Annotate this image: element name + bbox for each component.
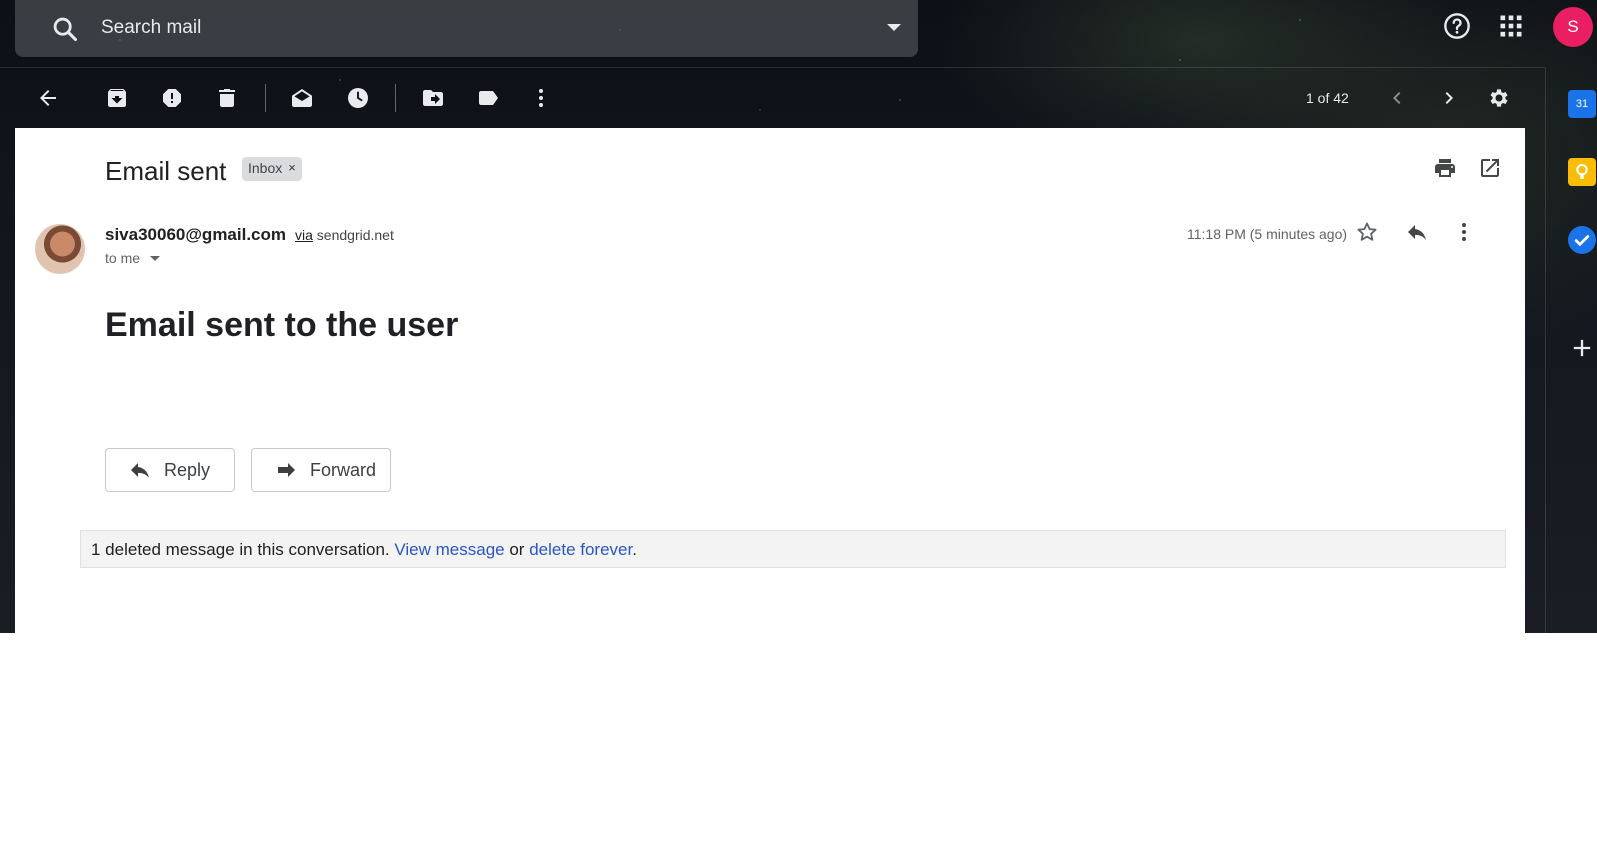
toolbar-separator xyxy=(265,84,266,112)
forward-button[interactable]: Forward xyxy=(251,448,391,492)
chevron-left-icon[interactable] xyxy=(1385,86,1409,110)
remove-label-icon[interactable]: × xyxy=(288,160,296,181)
report-spam-icon[interactable] xyxy=(160,86,184,110)
move-to-icon[interactable] xyxy=(421,86,445,110)
tasks-icon[interactable] xyxy=(1568,226,1596,254)
calendar-icon[interactable]: 31 xyxy=(1568,90,1596,118)
open-in-new-window-icon[interactable] xyxy=(1478,156,1502,180)
sender-avatar[interactable] xyxy=(35,224,85,274)
via-domain: sendgrid.net xyxy=(316,227,394,243)
via-link[interactable]: via xyxy=(295,227,313,243)
calendar-day: 31 xyxy=(1570,92,1594,116)
message-card: Email sent Inbox × siva30060@gmail.com v… xyxy=(15,128,1525,633)
snooze-icon[interactable] xyxy=(346,86,370,110)
pagination-count: 1 of 42 xyxy=(1306,90,1349,106)
label-icon[interactable] xyxy=(476,86,500,110)
more-vert-icon[interactable] xyxy=(529,86,553,110)
search-input[interactable]: Search mail xyxy=(101,17,201,39)
delete-icon[interactable] xyxy=(215,86,239,110)
mark-unread-icon[interactable] xyxy=(290,86,314,110)
message-subject: Email sent xyxy=(105,156,227,186)
account-avatar[interactable]: S xyxy=(1553,7,1593,47)
deleted-message-notice: 1 deleted message in this conversation. … xyxy=(80,530,1506,568)
archive-icon[interactable] xyxy=(105,86,129,110)
reply-button[interactable]: Reply xyxy=(105,448,235,492)
add-addon-icon[interactable] xyxy=(1568,334,1596,362)
apps-grid-icon[interactable] xyxy=(1497,12,1525,40)
message-body-heading: Email sent to the user xyxy=(105,306,459,344)
gear-icon[interactable] xyxy=(1487,86,1511,110)
reply-icon[interactable] xyxy=(1405,220,1429,244)
more-vert-icon[interactable] xyxy=(1452,220,1476,244)
message-timestamp: 11:18 PM (5 minutes ago) xyxy=(1187,226,1348,242)
sender-email[interactable]: siva30060@gmail.com xyxy=(105,225,286,245)
print-icon[interactable] xyxy=(1433,156,1457,180)
search-icon[interactable] xyxy=(51,15,79,43)
keep-icon[interactable] xyxy=(1568,158,1596,186)
chevron-down-icon[interactable] xyxy=(150,255,161,261)
search-bar[interactable]: Search mail xyxy=(15,0,918,57)
divider xyxy=(1545,67,1546,633)
help-icon[interactable] xyxy=(1443,12,1471,40)
divider xyxy=(0,67,1545,68)
via-info: via sendgrid.net xyxy=(295,227,394,243)
label-chip-text: Inbox xyxy=(248,160,283,176)
star-icon[interactable] xyxy=(1355,220,1379,244)
forward-button-label: Forward xyxy=(310,459,377,480)
view-message-link[interactable]: View message xyxy=(394,540,504,559)
reply-button-label: Reply xyxy=(164,459,211,480)
delete-forever-link[interactable]: delete forever xyxy=(529,540,632,559)
search-options-dropdown-icon[interactable] xyxy=(887,24,901,31)
recipient-text: to me xyxy=(105,250,141,266)
deleted-notice-text: 1 deleted message in this conversation. xyxy=(91,540,390,559)
recipient-details[interactable]: to me xyxy=(105,250,161,266)
deleted-notice-connector: or xyxy=(509,540,525,559)
gmail-window: Search mail S 1 of 42 Email sent Inbox ×… xyxy=(0,0,1597,633)
forward-icon xyxy=(278,463,295,477)
deleted-notice-suffix: . xyxy=(632,540,637,559)
arrow-back-icon[interactable] xyxy=(36,86,60,110)
toolbar-separator xyxy=(395,84,396,112)
reply-icon xyxy=(131,463,149,478)
chevron-right-icon[interactable] xyxy=(1437,86,1461,110)
label-chip-inbox[interactable]: Inbox × xyxy=(242,157,302,181)
